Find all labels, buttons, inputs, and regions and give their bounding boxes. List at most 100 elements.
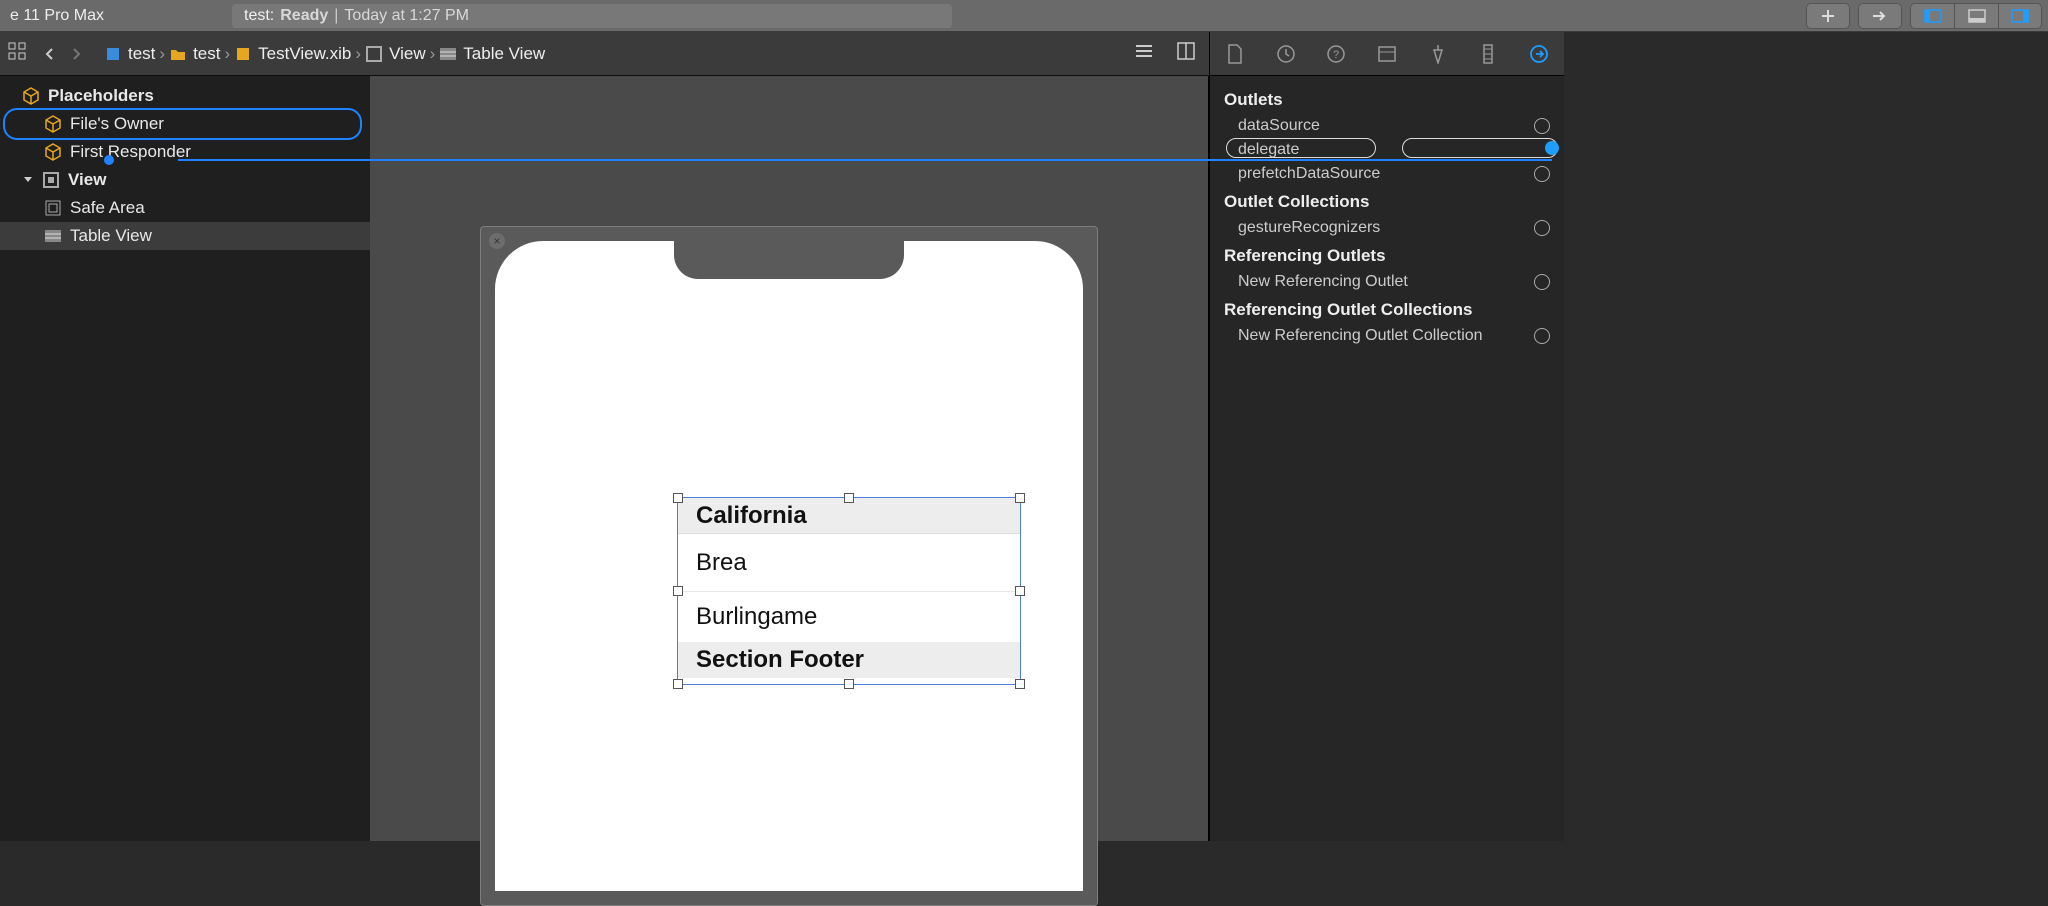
table-view-selection[interactable]: California Brea Burlingame Section Foote…	[677, 497, 1021, 685]
connections-inspector-tab[interactable]	[1527, 42, 1551, 66]
status-state: Ready	[280, 7, 328, 25]
outline-view-group[interactable]: View	[0, 166, 370, 194]
breadcrumb-label: test	[128, 44, 155, 64]
table-section-footer[interactable]: Section Footer	[678, 642, 1020, 678]
breadcrumb-label: View	[389, 44, 426, 64]
panel-toggle-segment	[1910, 3, 2042, 29]
outline-label: Safe Area	[70, 198, 145, 218]
breadcrumb-bar: test › test › TestView.xib › View › Tabl…	[0, 32, 1209, 76]
outline-label: Table View	[70, 226, 152, 246]
breadcrumb-item-xib[interactable]: TestView.xib	[234, 44, 351, 64]
right-panel-toggle[interactable]	[1998, 3, 2042, 29]
tableview-icon	[44, 227, 62, 245]
safe-area-icon	[44, 199, 62, 217]
connection-target-pill	[1402, 138, 1558, 158]
nav-forward-button[interactable]	[64, 42, 88, 66]
xib-file-icon	[234, 45, 252, 63]
resize-handle[interactable]	[844, 679, 854, 689]
device-frame: × California Br	[480, 226, 1098, 906]
svg-text:?: ?	[1333, 49, 1339, 61]
ref-outlets-section-title: Referencing Outlets	[1210, 240, 1564, 270]
tableview-icon	[439, 45, 457, 63]
connection-drag-origin-icon	[104, 155, 114, 165]
outlets-section-title: Outlets	[1210, 84, 1564, 114]
outline-table-view[interactable]: Table View	[0, 222, 370, 250]
resize-handle[interactable]	[1015, 679, 1025, 689]
history-inspector-tab[interactable]	[1274, 42, 1298, 66]
outline-label: View	[68, 170, 106, 190]
interface-builder-canvas[interactable]: × California Br	[370, 76, 1209, 841]
identity-inspector-tab[interactable]	[1375, 42, 1399, 66]
resize-handle[interactable]	[673, 679, 683, 689]
breadcrumb-item-folder[interactable]: test	[169, 44, 220, 64]
outlet-collections-section-title: Outlet Collections	[1210, 186, 1564, 216]
device-notch	[674, 239, 904, 279]
nav-back-button[interactable]	[38, 42, 62, 66]
table-cell[interactable]: Burlingame	[678, 592, 1020, 642]
outline-label: First Responder	[70, 142, 191, 162]
size-inspector-tab[interactable]	[1476, 42, 1500, 66]
outline-label: File's Owner	[70, 114, 164, 134]
table-section-header[interactable]: California	[678, 498, 1020, 534]
adjust-editor-icon[interactable]	[1133, 40, 1155, 67]
resize-handle[interactable]	[673, 493, 683, 503]
breadcrumb-label: Table View	[463, 44, 545, 64]
outlet-label: New Referencing Outlet	[1238, 273, 1408, 291]
bottom-panel-toggle[interactable]	[1954, 3, 1998, 29]
add-editor-icon[interactable]	[1175, 40, 1197, 67]
chevron-right-icon: ›	[159, 44, 165, 64]
folder-icon	[169, 45, 187, 63]
ref-outlet-coll-section-title: Referencing Outlet Collections	[1210, 294, 1564, 324]
breadcrumb-item-view[interactable]: View	[365, 44, 426, 64]
connection-well-icon[interactable]	[1534, 328, 1550, 344]
connection-well-icon[interactable]	[1534, 274, 1550, 290]
outlet-label: New Referencing Outlet Collection	[1238, 327, 1483, 345]
view-icon	[42, 171, 60, 189]
top-toolbar: e 11 Pro Max test: Ready | Today at 1:27…	[0, 0, 2048, 32]
inspector-panel: ? Outlets dataSource delegate prefetchDa…	[1209, 32, 1564, 841]
cube-icon	[44, 143, 62, 161]
breadcrumb-item-project[interactable]: test	[104, 44, 155, 64]
status-prefix: test:	[244, 7, 274, 25]
chevron-right-icon: ›	[430, 44, 436, 64]
outline-placeholders-group[interactable]: Placeholders	[0, 82, 370, 110]
outlet-row-datasource[interactable]: dataSource	[1210, 114, 1564, 138]
project-icon	[104, 45, 122, 63]
breadcrumb-label: TestView.xib	[258, 44, 351, 64]
view-icon	[365, 45, 383, 63]
resize-handle[interactable]	[1015, 493, 1025, 503]
chevron-right-icon: ›	[355, 44, 361, 64]
outlet-label: dataSource	[1238, 117, 1320, 135]
outlet-row-new-ref[interactable]: New Referencing Outlet	[1210, 270, 1564, 294]
outlet-row-new-ref-coll[interactable]: New Referencing Outlet Collection	[1210, 324, 1564, 348]
outline-files-owner[interactable]: File's Owner	[0, 110, 370, 138]
connection-well-icon[interactable]	[1534, 118, 1550, 134]
resize-handle[interactable]	[1015, 586, 1025, 596]
table-cell[interactable]: Brea	[678, 534, 1020, 592]
close-scene-button[interactable]: ×	[489, 233, 505, 249]
inspector-tab-bar: ?	[1210, 32, 1564, 76]
library-add-button[interactable]	[1806, 3, 1850, 29]
attributes-inspector-tab[interactable]	[1426, 42, 1450, 66]
resize-handle[interactable]	[673, 586, 683, 596]
help-inspector-tab[interactable]: ?	[1324, 42, 1348, 66]
outline-label: Placeholders	[48, 86, 154, 106]
outlet-row-prefetch[interactable]: prefetchDataSource	[1210, 162, 1564, 186]
outline-first-responder[interactable]: First Responder	[0, 138, 370, 166]
connection-well-icon[interactable]	[1534, 220, 1550, 236]
outlet-label: prefetchDataSource	[1238, 165, 1380, 183]
code-review-button[interactable]	[1858, 3, 1902, 29]
related-items-icon[interactable]	[8, 42, 26, 65]
cube-icon	[44, 115, 62, 133]
outline-safe-area[interactable]: Safe Area	[0, 194, 370, 222]
breadcrumb-item-tableview[interactable]: Table View	[439, 44, 545, 64]
device-label[interactable]: e 11 Pro Max	[0, 7, 114, 25]
connection-endpoint-icon	[1545, 141, 1559, 155]
disclosure-triangle-icon[interactable]	[22, 174, 34, 186]
connection-well-icon[interactable]	[1534, 166, 1550, 182]
resize-handle[interactable]	[844, 493, 854, 503]
left-panel-toggle[interactable]	[1910, 3, 1954, 29]
outlet-row-gesture[interactable]: gestureRecognizers	[1210, 216, 1564, 240]
file-inspector-tab[interactable]	[1223, 42, 1247, 66]
outlet-label: delegate	[1238, 141, 1299, 159]
